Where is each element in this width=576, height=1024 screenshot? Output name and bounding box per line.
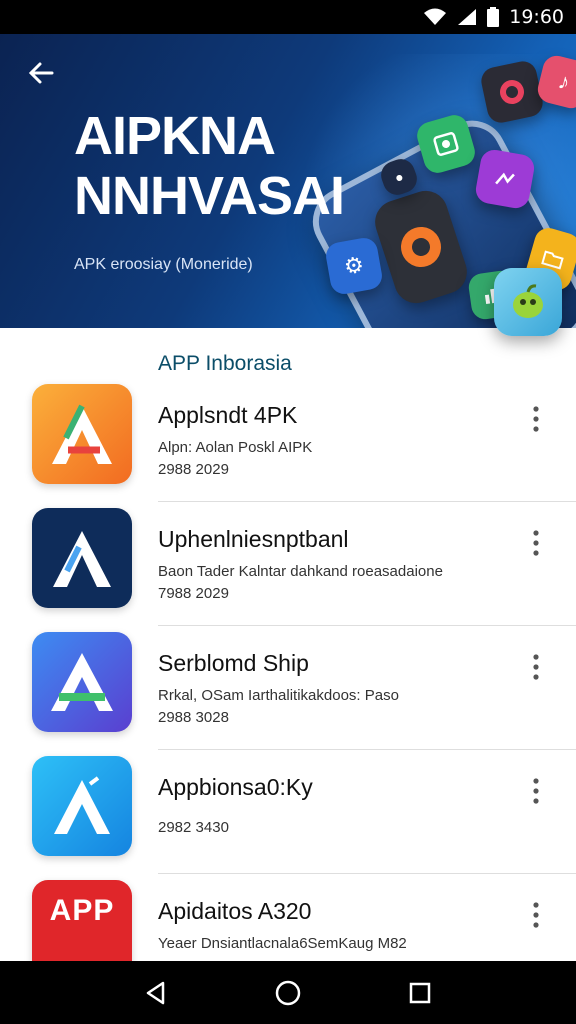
- list-item[interactable]: Uphenlniesnptbanl Baon Tader Kalntar dah…: [0, 502, 576, 626]
- app-meta: 7988 2029: [158, 585, 229, 602]
- app-logo-icon: [32, 632, 132, 732]
- more-vert-icon[interactable]: [524, 652, 548, 682]
- app-meta: 2988 2029: [158, 461, 229, 478]
- square-recents-icon: [409, 982, 431, 1003]
- gallery-app-icon: [473, 147, 537, 211]
- back-arrow-icon[interactable]: [24, 56, 58, 90]
- battery-icon: [487, 7, 500, 27]
- app-name: Uphenlniesnptbanl: [158, 526, 349, 552]
- more-vert-icon[interactable]: [524, 528, 548, 558]
- hero-title: AIPKNA NNHVASAI: [74, 106, 345, 226]
- app-description: Yeaer Dnsiantlacnala6SemKaug M82: [158, 935, 407, 952]
- settings-app-icon: ⚙: [323, 235, 385, 297]
- cell-signal-icon: [458, 9, 477, 25]
- app-meta: 2988 3028: [158, 709, 229, 726]
- app-description: Baon Tader Kalntar dahkand roeasadaione: [158, 563, 443, 580]
- app-name: Apidaitos A320: [158, 898, 312, 924]
- more-vert-icon[interactable]: [524, 900, 548, 930]
- fruit-app-icon[interactable]: [494, 268, 562, 336]
- app-name: Applsndt 4PK: [158, 402, 298, 428]
- nav-back-button[interactable]: [141, 978, 171, 1008]
- app-logo-icon: [32, 384, 132, 484]
- list-item[interactable]: Appbionsa0:Ky 2982 3430: [0, 750, 576, 874]
- app-list: Applsndt 4PK Alpn: Aolan Poskl AIPK 2988…: [0, 378, 576, 998]
- list-item[interactable]: Applsndt 4PK Alpn: Aolan Poskl AIPK 2988…: [0, 378, 576, 502]
- hero-subtitle: APK eroosiay (Moneride): [74, 256, 253, 273]
- clock: 19:60: [509, 6, 564, 28]
- app-description: Rrkal, OSam Iarthalitikakdoos: Paso: [158, 687, 399, 704]
- app-description: Alpn: Aolan Poskl AIPK: [158, 439, 313, 456]
- nav-home-button[interactable]: [273, 978, 303, 1008]
- section-title: APP Inborasia: [158, 352, 292, 375]
- system-nav-bar: [0, 961, 576, 1024]
- status-bar: 19:60: [0, 0, 576, 34]
- triangle-back-icon: [146, 981, 165, 1004]
- more-vert-icon[interactable]: [524, 404, 548, 434]
- app-meta: 2982 3430: [158, 819, 229, 836]
- circle-home-icon: [275, 980, 301, 1005]
- app-name: Appbionsa0:Ky: [158, 774, 313, 800]
- app-logo-text: APP: [49, 894, 115, 927]
- list-item[interactable]: Serblomd Ship Rrkal, OSam Iarthalitikakd…: [0, 626, 576, 750]
- wifi-icon: [424, 8, 447, 25]
- more-vert-icon[interactable]: [524, 776, 548, 806]
- app-name: Serblomd Ship: [158, 650, 309, 676]
- hero-banner: AIPKNA NNHVASAI APK eroosiay (Moneride) …: [0, 34, 576, 328]
- app-logo-icon: [32, 508, 132, 608]
- app-logo-icon: [32, 756, 132, 856]
- nav-recents-button[interactable]: [405, 978, 435, 1008]
